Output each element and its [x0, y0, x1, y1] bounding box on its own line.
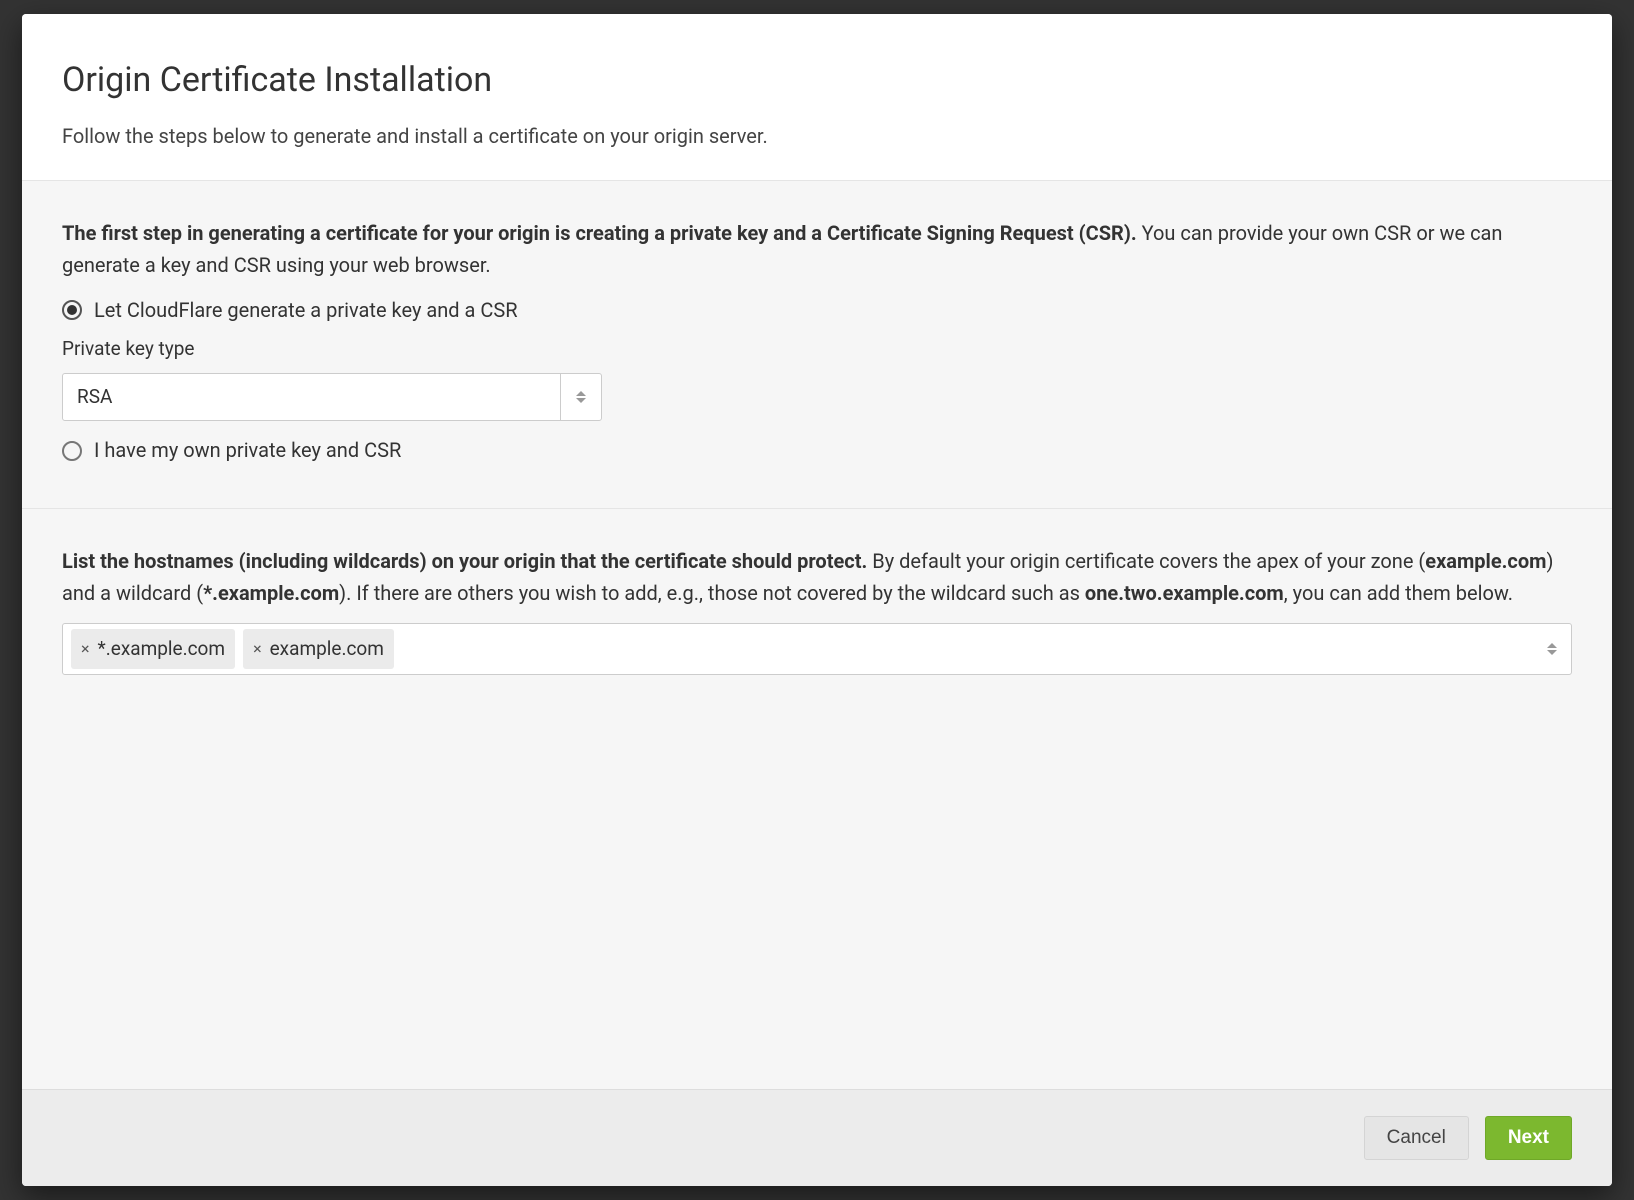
hostname-tag: × *.example.com: [71, 629, 235, 668]
dialog-subtitle: Follow the steps below to generate and i…: [62, 121, 1572, 152]
csr-section: The first step in generating a certifica…: [22, 181, 1612, 509]
hostname-tag: × example.com: [243, 629, 394, 668]
hostnames-description-bold: List the hostnames (including wildcards)…: [62, 549, 867, 573]
radio-own-label[interactable]: I have my own private key and CSR: [94, 435, 401, 466]
select-caret-icon: [561, 374, 601, 420]
origin-cert-install-dialog: Origin Certificate Installation Follow t…: [22, 14, 1612, 1186]
radio-generate[interactable]: [62, 300, 82, 320]
radio-generate-row[interactable]: Let CloudFlare generate a private key an…: [62, 295, 1572, 326]
next-button[interactable]: Next: [1485, 1116, 1572, 1160]
private-key-type-label: Private key type: [62, 334, 1572, 363]
radio-own[interactable]: [62, 441, 82, 461]
hostnames-section: List the hostnames (including wildcards)…: [22, 509, 1612, 710]
cancel-button[interactable]: Cancel: [1364, 1116, 1469, 1160]
private-key-type-value: RSA: [63, 374, 561, 420]
dialog-header: Origin Certificate Installation Follow t…: [22, 14, 1612, 180]
remove-tag-icon[interactable]: ×: [81, 641, 90, 657]
csr-description: The first step in generating a certifica…: [62, 217, 1572, 281]
csr-description-bold: The first step in generating a certifica…: [62, 221, 1137, 245]
hostname-tag-label: *.example.com: [98, 634, 226, 663]
hostnames-input[interactable]: × *.example.com × example.com: [62, 623, 1572, 674]
hostname-tag-label: example.com: [270, 634, 384, 663]
dialog-footer: Cancel Next: [22, 1089, 1612, 1186]
dialog-title: Origin Certificate Installation: [62, 54, 1572, 107]
radio-own-row[interactable]: I have my own private key and CSR: [62, 435, 1572, 466]
private-key-type-select[interactable]: RSA: [62, 373, 602, 421]
radio-generate-label[interactable]: Let CloudFlare generate a private key an…: [94, 295, 518, 326]
hostnames-caret-icon: [1547, 643, 1563, 655]
remove-tag-icon[interactable]: ×: [253, 641, 262, 657]
hostnames-description: List the hostnames (including wildcards)…: [62, 545, 1572, 609]
